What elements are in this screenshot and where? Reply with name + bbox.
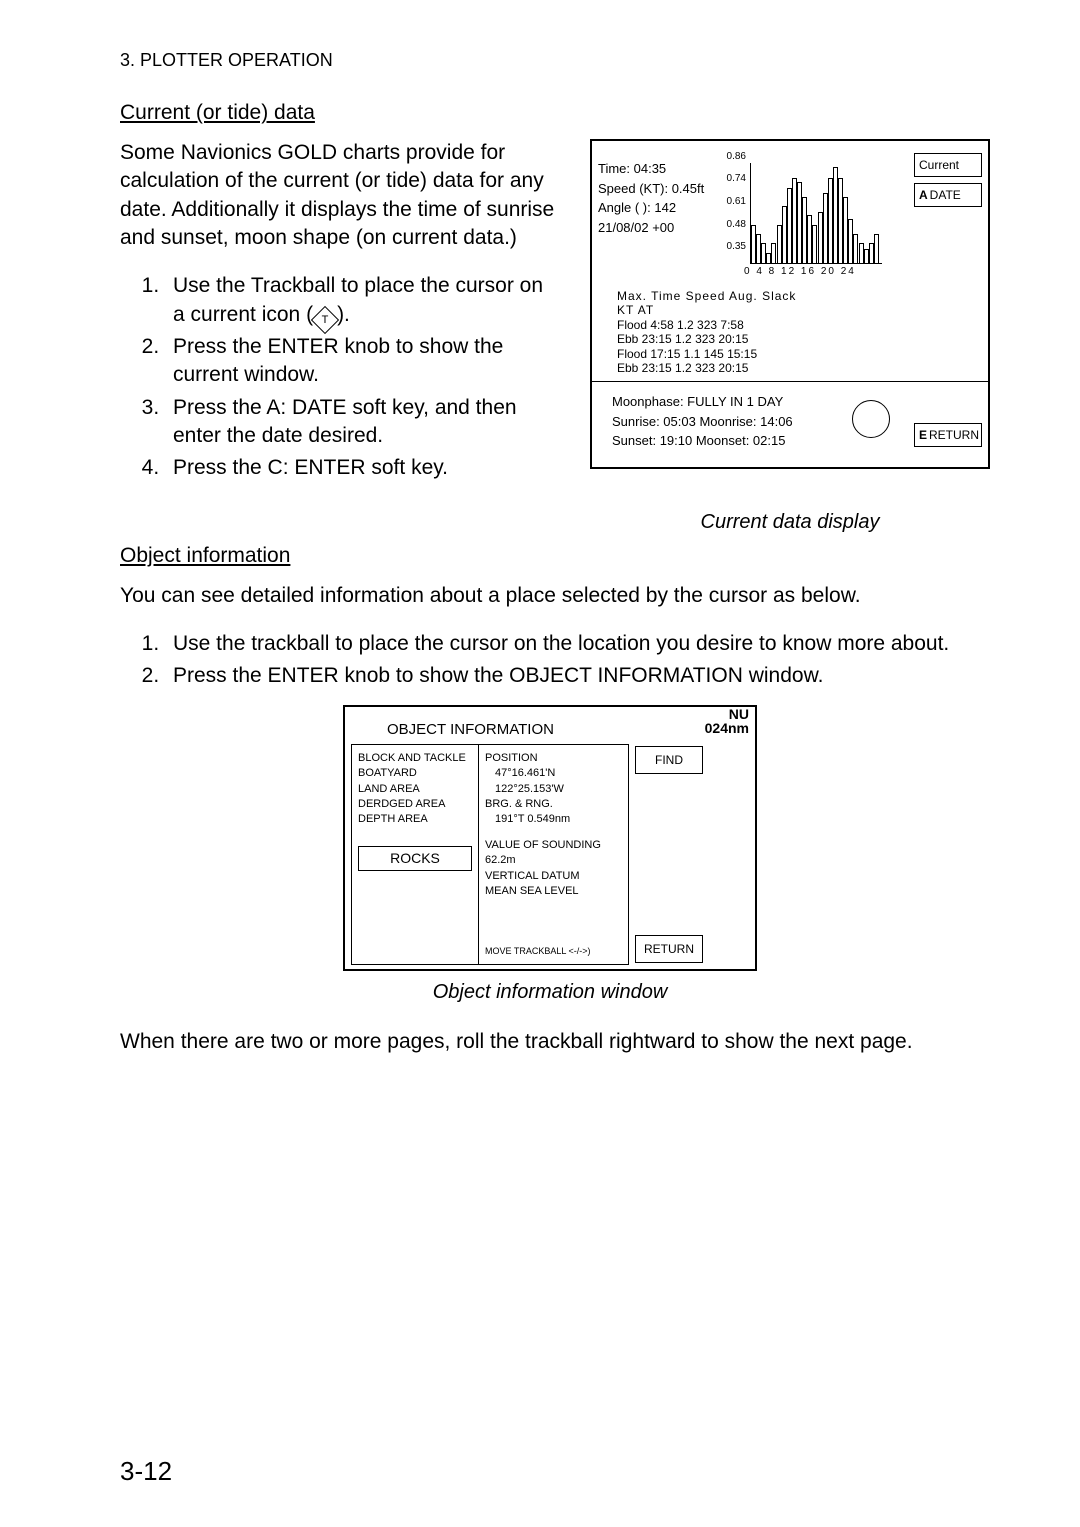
- softkey-current[interactable]: Current: [914, 153, 982, 177]
- tide-row: Flood 17:15 1.1 145 15:15: [617, 347, 986, 361]
- obj-step-1: Use the trackball to place the cursor on…: [165, 630, 980, 658]
- tide-row: Flood 4:58 1.2 323 7:58: [617, 318, 986, 332]
- section-title-current: Current (or tide) data: [120, 101, 980, 125]
- list-item[interactable]: DERDGED AREA: [358, 797, 472, 812]
- page-header: 3. PLOTTER OPERATION: [120, 50, 980, 71]
- step-3: Press the A: DATE soft key, and then ent…: [165, 394, 560, 451]
- section2-intro: You can see detailed information about a…: [120, 582, 980, 610]
- moonphase: Moonphase: FULLY IN 1 DAY: [612, 392, 978, 412]
- step-1: Use the Trackball to place the cursor on…: [165, 272, 560, 329]
- current-icon: [311, 306, 339, 334]
- sounding-header: VALUE OF SOUNDING: [485, 838, 622, 853]
- vdatum-value: MEAN SEA LEVEL: [485, 884, 622, 899]
- section1-intro: Some Navionics GOLD charts provide for c…: [120, 139, 560, 252]
- section-title-object: Object information: [120, 544, 980, 568]
- current-time: Time: 04:35: [598, 159, 716, 179]
- nu-label: NU: [705, 707, 749, 721]
- softkey-find[interactable]: FIND: [635, 746, 703, 774]
- list-item[interactable]: DEPTH AREA: [358, 812, 472, 827]
- page-number: 3-12: [120, 1456, 172, 1487]
- object-info-figure: NU 024nm OBJECT INFORMATION BLOCK AND TA…: [343, 705, 757, 971]
- tide-table: Max. Time Speed Aug. Slack KT AT Flood 4…: [592, 283, 988, 382]
- object-info-title: OBJECT INFORMATION: [345, 707, 755, 740]
- brg-header: BRG. & RNG.: [485, 797, 622, 812]
- list-item[interactable]: BOATYARD: [358, 766, 472, 781]
- softkey-obj-return[interactable]: RETURN: [635, 935, 703, 963]
- step-4: Press the C: ENTER soft key.: [165, 454, 560, 482]
- current-figure-caption: Current data display: [590, 511, 990, 534]
- section2-steps: Use the trackball to place the cursor on…: [120, 630, 980, 691]
- position-lon: 122°25.153'W: [485, 782, 622, 797]
- pos-header: POSITION: [485, 751, 622, 766]
- list-item[interactable]: LAND AREA: [358, 782, 472, 797]
- softkey-date[interactable]: ADATE: [914, 183, 982, 207]
- position-lat: 47°16.461'N: [485, 766, 622, 781]
- sunset-moonset: Sunset: 19:10 Moonset: 02:15: [612, 431, 978, 451]
- sounding-value: 62.2m: [485, 853, 622, 868]
- sunrise-moonrise: Sunrise: 05:03 Moonrise: 14:06: [612, 412, 978, 432]
- current-angle: Angle ( ): 142: [598, 198, 716, 218]
- current-chart: 0.86 0.74 0.61 0.48 0.35 0 4 8 12 16 20 …: [722, 141, 882, 277]
- chart-xticks: 0 4 8 12 16 20 24: [744, 264, 882, 277]
- brg-value: 191°T 0.549nm: [485, 812, 622, 827]
- object-figure-caption: Object information window: [120, 981, 980, 1004]
- list-item[interactable]: BLOCK AND TACKLE: [358, 751, 472, 766]
- obj-step-2: Press the ENTER knob to show the OBJECT …: [165, 662, 980, 690]
- trackball-hint: MOVE TRACKBALL <-/->): [485, 945, 622, 958]
- section1-steps: Use the Trackball to place the cursor on…: [120, 272, 560, 482]
- object-details: POSITION 47°16.461'N 122°25.153'W BRG. &…: [479, 744, 629, 965]
- step-1-tail: ).: [337, 303, 350, 326]
- distance-label: 024nm: [705, 721, 749, 735]
- vdatum-header: VERTICAL DATUM: [485, 869, 622, 884]
- tide-row: Ebb 23:15 1.2 323 20:15: [617, 361, 986, 375]
- step-1-text: Use the Trackball to place the cursor on…: [173, 274, 543, 325]
- current-date: 21/08/02 +00: [598, 218, 716, 238]
- current-data-figure: Current ADATE ERETURN Time: 04:35 Speed …: [590, 139, 990, 469]
- closing-text: When there are two or more pages, roll t…: [120, 1028, 980, 1056]
- object-list: BLOCK AND TACKLE BOATYARD LAND AREA DERD…: [351, 744, 479, 965]
- current-speed: Speed (KT): 0.45ft: [598, 179, 716, 199]
- step-2: Press the ENTER knob to show the current…: [165, 333, 560, 390]
- list-item-selected[interactable]: ROCKS: [358, 846, 472, 872]
- tide-row: Ebb 23:15 1.2 323 20:15: [617, 332, 986, 346]
